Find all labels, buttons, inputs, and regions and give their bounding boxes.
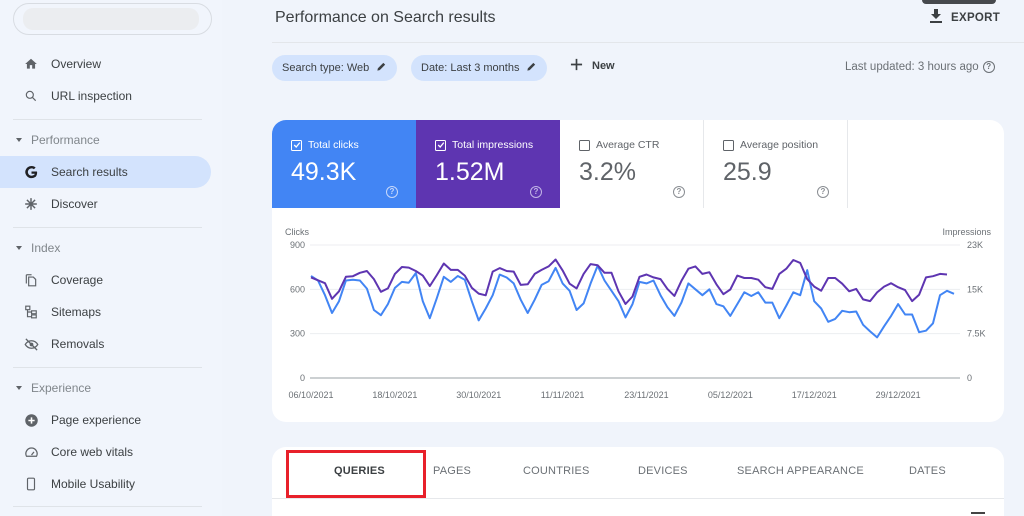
last-updated: Last updated: 3 hours ago ?	[845, 61, 995, 73]
y-right-tick-label: 0	[967, 373, 972, 383]
google-g-icon	[22, 163, 40, 181]
section-title: Experience	[31, 381, 92, 395]
y-left-axis-title: Clicks	[285, 227, 309, 237]
sidebar-item-removals[interactable]: Removals	[0, 328, 211, 360]
plus-icon	[570, 58, 583, 74]
tab-devices[interactable]: DEVICES	[638, 465, 688, 477]
x-tick-label: 05/12/2021	[708, 390, 753, 400]
pencil-icon	[526, 61, 537, 75]
gauge-icon	[22, 443, 40, 461]
sidebar-item-label: Coverage	[51, 273, 104, 287]
export-label: EXPORT	[951, 11, 1001, 24]
sidebar-divider	[13, 506, 202, 507]
filter-chip-search-type[interactable]: Search type: Web	[272, 55, 398, 81]
y-left-tick-label: 600	[290, 284, 305, 294]
sidebar-item-label: URL inspection	[51, 89, 132, 103]
x-tick-label: 17/12/2021	[792, 390, 837, 400]
collapse-icon[interactable]	[971, 512, 985, 514]
sidebar-item-label: Core web vitals	[51, 445, 134, 459]
plus-circle-icon	[22, 411, 40, 429]
y-right-axis-title: Impressions	[942, 227, 991, 237]
header-divider	[272, 42, 1024, 43]
pencil-icon	[376, 61, 387, 75]
new-label: New	[592, 60, 615, 72]
help-icon[interactable]: ?	[982, 61, 995, 73]
tab-pages[interactable]: PAGES	[433, 465, 471, 477]
x-tick-label: 06/10/2021	[288, 390, 333, 400]
x-tick-label: 18/10/2021	[372, 390, 417, 400]
sidebar-item-label: Sitemaps	[51, 305, 102, 319]
tabs-divider	[272, 498, 1004, 499]
caret-down-icon	[16, 246, 22, 250]
last-updated-text: Last updated: 3 hours ago	[845, 61, 979, 73]
tab-search-appearance[interactable]: SEARCH APPEARANCE	[737, 465, 864, 477]
y-left-tick-label: 0	[300, 373, 305, 383]
sidebar-item-mobile-usability[interactable]: Mobile Usability	[0, 468, 211, 500]
sidebar-item-overview[interactable]: Overview	[0, 48, 211, 80]
smartphone-icon	[22, 475, 40, 493]
page-title: Performance on Search results	[275, 9, 496, 26]
export-button[interactable]: EXPORT	[930, 9, 1000, 26]
new-filter-button[interactable]: New	[570, 58, 615, 74]
sidebar-item-label: Page experience	[51, 413, 142, 427]
x-tick-label: 30/10/2021	[456, 390, 501, 400]
performance-chart-card: Total clicks 49.3K ? Total impressions 1…	[272, 120, 1004, 422]
chip-label: Search type: Web	[282, 62, 370, 74]
sidebar-item-core-web-vitals[interactable]: Core web vitals	[0, 436, 211, 468]
sidebar-item-coverage[interactable]: Coverage	[0, 264, 211, 296]
caret-down-icon	[16, 386, 22, 390]
x-tick-label: 29/12/2021	[876, 390, 921, 400]
section-performance[interactable]: Performance	[16, 130, 100, 150]
caret-down-icon	[16, 138, 22, 142]
sidebar-divider	[13, 367, 202, 368]
property-name-redacted	[23, 8, 199, 30]
section-experience[interactable]: Experience	[16, 378, 91, 398]
sidebar-divider	[13, 227, 202, 228]
section-title: Performance	[31, 133, 100, 147]
performance-line-chart[interactable]: Clicks Impressions 0 300 600 900 0 7.5K 15K 23…	[272, 120, 1004, 422]
section-title: Index	[31, 241, 61, 255]
y-left-tick-label: 300	[290, 329, 305, 339]
section-index[interactable]: Index	[16, 238, 60, 258]
x-tick-label: 23/11/2021	[624, 390, 668, 400]
sitemap-icon	[22, 303, 40, 321]
search-icon	[22, 87, 40, 105]
y-right-tick-label: 7.5K	[967, 329, 986, 339]
download-icon	[930, 9, 942, 26]
sidebar-item-url-inspection[interactable]: URL inspection	[0, 80, 211, 112]
y-right-tick-label: 15K	[967, 284, 983, 294]
sidebar-item-label: Overview	[51, 57, 102, 71]
y-right-tick-label: 23K	[967, 240, 983, 250]
sidebar-item-label: Mobile Usability	[51, 477, 136, 491]
tab-dates[interactable]: DATES	[909, 465, 946, 477]
sidebar-item-page-experience[interactable]: Page experience	[0, 404, 211, 436]
chip-label: Date: Last 3 months	[421, 62, 520, 74]
filter-chip-date[interactable]: Date: Last 3 months	[411, 55, 548, 81]
eye-off-icon	[22, 335, 40, 353]
annotation-highlight-box	[286, 450, 426, 498]
home-icon	[22, 55, 40, 73]
y-left-tick-label: 900	[290, 240, 305, 250]
sidebar-item-search-results[interactable]: Search results	[0, 156, 211, 188]
sidebar: Overview URL inspection Performance Sear…	[0, 0, 222, 516]
sidebar-item-label: Removals	[51, 337, 105, 351]
sidebar-item-sitemaps[interactable]: Sitemaps	[0, 296, 211, 328]
tab-countries[interactable]: COUNTRIES	[523, 465, 590, 477]
asterisk-icon	[22, 195, 40, 213]
tooltip	[922, 0, 996, 4]
sidebar-item-label: Search results	[51, 165, 128, 179]
clicks-series-line	[310, 264, 955, 339]
sidebar-divider	[13, 119, 202, 120]
sidebar-item-label: Discover	[51, 197, 98, 211]
property-selector[interactable]	[13, 3, 212, 35]
x-tick-label: 11/11/2021	[541, 390, 585, 400]
sidebar-item-discover[interactable]: Discover	[0, 188, 211, 220]
copy-pages-icon	[22, 271, 40, 289]
